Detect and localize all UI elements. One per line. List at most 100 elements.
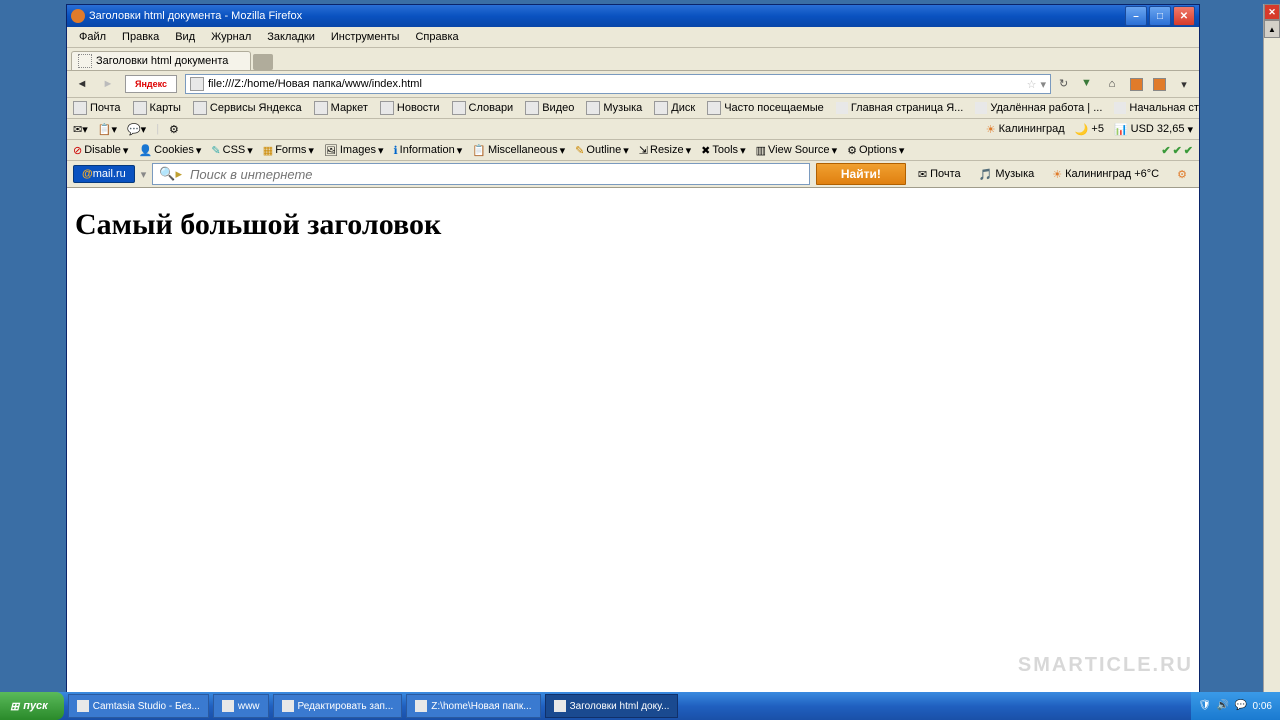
- forward-button[interactable]: ►: [99, 75, 117, 93]
- page-content: Самый большой заголовок: [67, 188, 1199, 707]
- page-icon: [78, 54, 92, 68]
- tray-icon[interactable]: 💬: [1235, 700, 1247, 712]
- bookmark-item[interactable]: Видео: [525, 101, 574, 115]
- tool-icon[interactable]: 📋▾: [98, 123, 117, 136]
- dropdown-arrow-icon[interactable]: ▾: [1040, 78, 1046, 91]
- window-title: Заголовки html документа - Mozilla Firef…: [89, 10, 1125, 22]
- wd-options[interactable]: ⚙Options▾: [847, 144, 904, 157]
- tab-strip: Заголовки html документа: [67, 48, 1199, 71]
- windows-taskbar: ⊞пуск Camtasia Studio - Без... www Редак…: [0, 692, 1280, 720]
- menu-edit[interactable]: Правка: [114, 29, 167, 45]
- taskbar-item-active[interactable]: Заголовки html доку...: [545, 694, 679, 718]
- site-icon: [190, 77, 204, 91]
- bookmark-star-icon[interactable]: ☆: [1027, 78, 1037, 91]
- gear-icon[interactable]: ⚙: [1171, 168, 1193, 181]
- tab-title: Заголовки html документа: [96, 55, 228, 67]
- bookmark-item[interactable]: Карты: [133, 101, 181, 115]
- check-icon[interactable]: ✔: [1184, 144, 1193, 157]
- bookmark-item[interactable]: Диск: [654, 101, 695, 115]
- navigation-toolbar: ◄ ► Яндекс file:///Z:/home/Новая папка/w…: [67, 71, 1199, 98]
- mail-tool-icon[interactable]: ✉▾: [73, 123, 88, 136]
- taskbar-item[interactable]: Camtasia Studio - Без...: [68, 694, 209, 718]
- search-input[interactable]: [188, 166, 803, 183]
- menubar: Файл Правка Вид Журнал Закладки Инструме…: [67, 27, 1199, 48]
- wd-outline[interactable]: ✎Outline▾: [575, 144, 629, 157]
- wd-disable[interactable]: ⊘Disable▾: [73, 144, 128, 157]
- wd-forms[interactable]: ▦Forms▾: [263, 144, 314, 157]
- taskbar-item[interactable]: Z:\home\Новая папк...: [406, 694, 540, 718]
- menu-dropdown-icon[interactable]: ▾: [1175, 75, 1193, 93]
- url-text: file:///Z:/home/Новая папка/www/index.ht…: [208, 78, 422, 90]
- menu-help[interactable]: Справка: [407, 29, 466, 45]
- addon-icon[interactable]: [1130, 78, 1143, 91]
- addon-icon[interactable]: [1153, 78, 1166, 91]
- minimize-button[interactable]: –: [1125, 6, 1147, 26]
- bookmark-item[interactable]: Часто посещаемые: [707, 101, 824, 115]
- mailru-logo[interactable]: @@mail.rumail.ru: [73, 165, 135, 183]
- back-button[interactable]: ◄: [73, 75, 91, 93]
- extra-toolbar: ✉▾ 📋▾ 💬▾ | ⚙ ☀Калининград 🌙 +5 📊 USD 32,…: [67, 119, 1199, 140]
- watermark: SMARTICLE.RU: [1018, 654, 1193, 677]
- currency-widget[interactable]: 📊 USD 32,65 ▾: [1114, 123, 1193, 136]
- menu-tools[interactable]: Инструменты: [323, 29, 408, 45]
- scroll-up-icon[interactable]: ▲: [1264, 20, 1280, 38]
- music-link[interactable]: 🎵Музыка: [973, 168, 1041, 181]
- bookmark-item[interactable]: Новости: [380, 101, 440, 115]
- bookmark-item[interactable]: Музыка: [586, 101, 642, 115]
- mail-link[interactable]: ✉Почта: [912, 168, 967, 181]
- outer-scrollbar[interactable]: ✕ ▲: [1263, 4, 1280, 698]
- weather-link[interactable]: ☀Калининград +6°C: [1046, 168, 1165, 181]
- bookmark-item[interactable]: Почта: [73, 101, 121, 115]
- dropdown-arrow-icon[interactable]: ▾: [141, 168, 147, 181]
- weather-city[interactable]: ☀Калининград: [986, 123, 1065, 136]
- home-button[interactable]: ⌂: [1103, 75, 1121, 93]
- wd-images[interactable]: 🖼Images▾: [324, 144, 384, 157]
- check-icon[interactable]: ✔: [1161, 144, 1170, 157]
- url-bar[interactable]: file:///Z:/home/Новая папка/www/index.ht…: [185, 74, 1051, 94]
- menu-file[interactable]: Файл: [71, 29, 114, 45]
- wd-info[interactable]: ℹInformation▾: [393, 144, 462, 157]
- gear-icon[interactable]: ⚙: [169, 123, 179, 136]
- close-x-icon[interactable]: ✕: [1264, 4, 1280, 20]
- mailru-search[interactable]: 🔍▸: [152, 163, 810, 185]
- browser-tab[interactable]: Заголовки html документа: [71, 51, 251, 70]
- maximize-button[interactable]: □: [1149, 6, 1171, 26]
- page-heading-h1: Самый большой заголовок: [75, 208, 1191, 242]
- firefox-icon: [71, 9, 85, 23]
- taskbar-item[interactable]: www: [213, 694, 269, 718]
- system-tray[interactable]: 🛡 🔊 💬 0:06: [1191, 692, 1280, 720]
- close-button[interactable]: ✕: [1173, 6, 1195, 26]
- wd-viewsource[interactable]: ▥View Source▾: [756, 144, 838, 157]
- bookmark-item[interactable]: Словари: [452, 101, 514, 115]
- search-button[interactable]: Найти!: [816, 163, 906, 185]
- webdev-toolbar: ⊘Disable▾ 👤Cookies▾ ✎CSS▾ ▦Forms▾ 🖼Image…: [67, 140, 1199, 161]
- download-icon[interactable]: ▼: [1081, 77, 1095, 91]
- wd-tools[interactable]: ✖Tools▾: [701, 144, 745, 157]
- window-titlebar: Заголовки html документа - Mozilla Firef…: [67, 5, 1199, 27]
- reload-button[interactable]: ↻: [1059, 77, 1073, 91]
- check-icon[interactable]: ✔: [1173, 144, 1182, 157]
- menu-view[interactable]: Вид: [167, 29, 203, 45]
- wd-cookies[interactable]: 👤Cookies▾: [138, 144, 201, 157]
- search-icon: 🔍▸: [159, 166, 182, 182]
- menu-history[interactable]: Журнал: [203, 29, 259, 45]
- bookmark-item[interactable]: Главная страница Я...: [836, 102, 964, 114]
- yandex-logo[interactable]: Яндекс: [125, 75, 177, 93]
- new-tab-button[interactable]: [253, 54, 273, 70]
- menu-bookmarks[interactable]: Закладки: [259, 29, 323, 45]
- mailru-toolbar: @@mail.rumail.ru ▾ 🔍▸ Найти! ✉Почта 🎵Муз…: [67, 161, 1199, 188]
- bookmark-item[interactable]: Удалённая работа | ...: [975, 102, 1102, 114]
- bookmarks-toolbar: Почта Карты Сервисы Яндекса Маркет Новос…: [67, 98, 1199, 119]
- bookmark-item[interactable]: Сервисы Яндекса: [193, 101, 302, 115]
- wd-css[interactable]: ✎CSS▾: [211, 144, 252, 157]
- tray-icon[interactable]: 🔊: [1217, 700, 1229, 712]
- tool-icon[interactable]: 💬▾: [127, 123, 146, 136]
- temp-widget[interactable]: 🌙 +5: [1075, 123, 1104, 136]
- start-button[interactable]: ⊞пуск: [0, 692, 64, 720]
- wd-resize[interactable]: ⇲Resize▾: [639, 144, 691, 157]
- tray-icon[interactable]: 🛡: [1199, 700, 1211, 712]
- bookmark-item[interactable]: Начальная страница: [1114, 102, 1199, 114]
- bookmark-item[interactable]: Маркет: [314, 101, 368, 115]
- wd-misc[interactable]: 📋Miscellaneous▾: [472, 144, 565, 157]
- taskbar-item[interactable]: Редактировать зап...: [273, 694, 403, 718]
